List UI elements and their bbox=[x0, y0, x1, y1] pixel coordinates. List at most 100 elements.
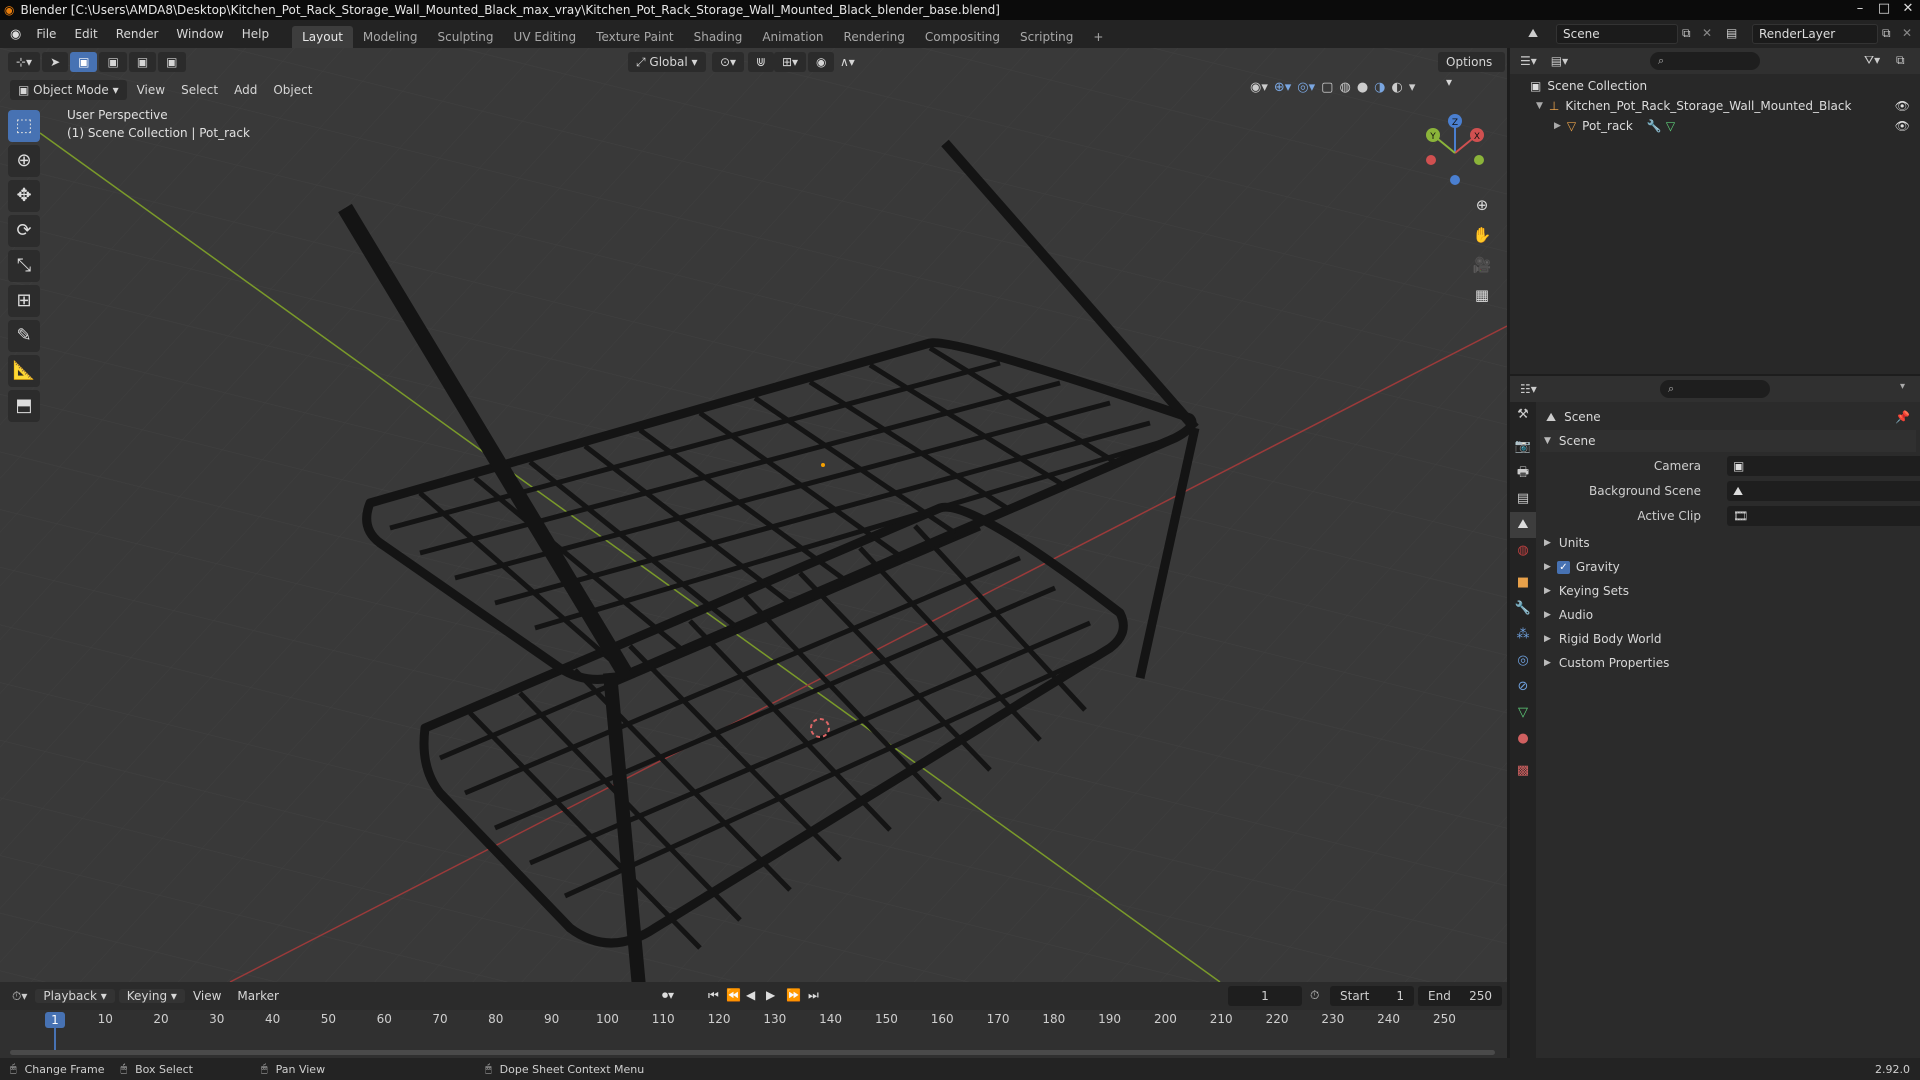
snap-toggle[interactable]: ⋓ bbox=[748, 52, 775, 72]
display-mode-icon[interactable]: ▤▾ bbox=[1551, 54, 1568, 68]
subpanel-units[interactable]: ▶ Units bbox=[1540, 532, 1916, 554]
rotate-tool[interactable]: ⟳ bbox=[8, 215, 40, 247]
xray-toggle-icon[interactable]: ▢ bbox=[1321, 80, 1333, 95]
navigation-gizmo[interactable]: Z X Y bbox=[1415, 113, 1495, 193]
subpanel-custom-properties[interactable]: ▶ Custom Properties bbox=[1540, 652, 1916, 674]
outliner-editor-icon[interactable]: ☰▾ bbox=[1520, 54, 1537, 68]
transform-orientation-dropdown[interactable]: ⤢ Global ▾ bbox=[628, 52, 706, 72]
output-tab[interactable]: 🖶 bbox=[1510, 460, 1536, 486]
expand-arrow-icon[interactable]: ▶ bbox=[1554, 121, 1561, 131]
texture-tab[interactable]: ▩ bbox=[1510, 758, 1536, 784]
new-scene-icon[interactable]: ⧉ bbox=[1682, 26, 1691, 41]
select-mode-button[interactable]: ➤ bbox=[42, 52, 69, 72]
material-shading-icon[interactable]: ◑ bbox=[1374, 80, 1385, 95]
tab-texture-paint[interactable]: Texture Paint bbox=[586, 26, 683, 48]
falloff-dropdown[interactable]: ∧▾ bbox=[832, 52, 863, 72]
viewport-menu-select[interactable]: Select bbox=[173, 83, 226, 97]
tab-layout[interactable]: Layout bbox=[292, 26, 353, 48]
scene-name-field[interactable]: Scene bbox=[1556, 24, 1678, 44]
scale-tool[interactable]: ⤡ bbox=[8, 250, 40, 282]
close-window-button[interactable]: ✕ bbox=[1896, 0, 1920, 20]
constraints-tab[interactable]: ⊘ bbox=[1510, 674, 1536, 700]
tab-rendering[interactable]: Rendering bbox=[834, 26, 915, 48]
tab-scripting[interactable]: Scripting bbox=[1010, 26, 1083, 48]
viewport-menu-view[interactable]: View bbox=[129, 83, 173, 97]
mesh-data-tab[interactable]: ▽ bbox=[1510, 700, 1536, 726]
blender-menu-icon[interactable]: ◉ bbox=[10, 27, 21, 42]
tab-uv-editing[interactable]: UV Editing bbox=[504, 26, 587, 48]
select-box-tool[interactable]: ⬚ bbox=[8, 110, 40, 142]
expand-arrow-icon[interactable]: ▼ bbox=[1536, 101, 1543, 111]
collapse-icon[interactable]: ▾ bbox=[1900, 381, 1905, 392]
scene-panel-header[interactable]: ▼ Scene bbox=[1540, 430, 1916, 452]
playhead[interactable]: 1 bbox=[45, 1012, 65, 1028]
frame-ruler[interactable]: 10 20 30 40 50 60 70 80 90 100 110 120 130 140 150 160 1… bbox=[0, 982, 1507, 1058]
zoom-view-button[interactable]: ⊕ bbox=[1469, 192, 1495, 218]
new-collection-icon[interactable]: ⧉ bbox=[1896, 53, 1905, 68]
gravity-checkbox[interactable]: ✓ bbox=[1556, 560, 1570, 574]
viewport-menu-add[interactable]: Add bbox=[226, 83, 265, 97]
material-tab[interactable]: ● bbox=[1510, 726, 1536, 752]
scene-tab[interactable]: ⛰ bbox=[1510, 512, 1536, 538]
outliner-row-scene-collection[interactable]: ▣ Scene Collection bbox=[1510, 76, 1920, 96]
properties-editor-icon[interactable]: ☷▾ bbox=[1520, 382, 1537, 396]
delete-scene-icon[interactable]: ✕ bbox=[1702, 26, 1712, 40]
tab-modeling[interactable]: Modeling bbox=[353, 26, 428, 48]
editor-type-button[interactable]: ⊹▾ bbox=[8, 52, 41, 72]
physics-tab[interactable]: ◎ bbox=[1510, 648, 1536, 674]
active-clip-field[interactable]: 🎞 bbox=[1727, 506, 1920, 526]
visibility-eye-icon[interactable]: 👁 bbox=[1895, 99, 1910, 113]
ortho-toggle-button[interactable]: ▦ bbox=[1469, 282, 1495, 308]
pan-view-button[interactable]: ✋ bbox=[1469, 222, 1495, 248]
cursor-tool[interactable]: ⊕ bbox=[8, 145, 40, 177]
transform-tool[interactable]: ⊞ bbox=[8, 285, 40, 317]
select-box-mode-new[interactable]: ▣ bbox=[70, 52, 98, 72]
view-layer-icon[interactable]: ▤ bbox=[1726, 26, 1737, 40]
scene-selector-icon[interactable]: ⛰ bbox=[1528, 26, 1538, 41]
pin-icon[interactable]: 📌 bbox=[1895, 410, 1910, 424]
solid-shading-icon[interactable]: ● bbox=[1357, 80, 1368, 95]
move-tool[interactable]: ✥ bbox=[8, 180, 40, 212]
visibility-eye-icon[interactable]: 👁 bbox=[1895, 119, 1910, 133]
add-workspace-button[interactable]: + bbox=[1083, 26, 1113, 48]
wireframe-shading-icon[interactable]: ◍ bbox=[1339, 80, 1350, 95]
subpanel-gravity[interactable]: ▶ ✓ Gravity bbox=[1540, 556, 1916, 578]
minimize-button[interactable]: – bbox=[1848, 0, 1872, 20]
menu-window[interactable]: Window bbox=[167, 20, 232, 48]
background-scene-field[interactable]: ⛰ bbox=[1727, 481, 1920, 501]
menu-file[interactable]: File bbox=[27, 20, 65, 48]
tab-animation[interactable]: Animation bbox=[752, 26, 833, 48]
object-tab[interactable]: ■ bbox=[1510, 570, 1536, 596]
timeline-scrollbar[interactable] bbox=[10, 1050, 1495, 1055]
menu-edit[interactable]: Edit bbox=[65, 20, 106, 48]
3d-viewport[interactable]: ⊹▾ ➤ ▣ ▣ ▣ ▣ ⤢ Global ▾ ⊙▾ ⋓ ⊞▾ ◉ ∧▾ Opt… bbox=[0, 48, 1507, 982]
annotate-tool[interactable]: ✎ bbox=[8, 320, 40, 352]
tab-shading[interactable]: Shading bbox=[684, 26, 753, 48]
options-dropdown[interactable]: Options ▾ bbox=[1438, 52, 1505, 89]
render-layer-field[interactable]: RenderLayer bbox=[1752, 24, 1878, 44]
tab-compositing[interactable]: Compositing bbox=[915, 26, 1010, 48]
menu-help[interactable]: Help bbox=[233, 20, 278, 48]
camera-field[interactable]: ▣✎ bbox=[1727, 456, 1920, 476]
pivot-point-dropdown[interactable]: ⊙▾ bbox=[712, 52, 745, 72]
outliner-search-input[interactable]: ⌕ bbox=[1650, 52, 1760, 70]
filter-icon[interactable]: ⛛▾ bbox=[1864, 53, 1880, 68]
visibility-filter-icon[interactable]: ◉▾ bbox=[1250, 80, 1268, 95]
new-view-layer-icon[interactable]: ⧉ bbox=[1882, 26, 1891, 41]
outliner-row-pot-rack[interactable]: ▶ ▽ Pot_rack 🔧 ▽ 👁 bbox=[1510, 116, 1920, 136]
subpanel-keying-sets[interactable]: ▶ Keying Sets bbox=[1540, 580, 1916, 602]
world-tab[interactable]: ◍ bbox=[1510, 538, 1536, 564]
select-box-mode-extend[interactable]: ▣ bbox=[99, 52, 127, 72]
menu-render[interactable]: Render bbox=[107, 20, 168, 48]
tool-tab[interactable]: ⚒ bbox=[1510, 402, 1536, 428]
subpanel-audio[interactable]: ▶ Audio bbox=[1540, 604, 1916, 626]
viewport-menu-object[interactable]: Object bbox=[265, 83, 320, 97]
proportional-edit-toggle[interactable]: ◉ bbox=[808, 52, 835, 72]
view-layer-tab[interactable]: ▤ bbox=[1510, 486, 1536, 512]
properties-search-input[interactable]: ⌕ bbox=[1660, 380, 1770, 398]
select-box-mode-subtract[interactable]: ▣ bbox=[128, 52, 157, 72]
rendered-shading-icon[interactable]: ◐ bbox=[1392, 80, 1403, 95]
maximize-button[interactable]: □ bbox=[1872, 0, 1896, 20]
select-box-mode-invert[interactable]: ▣ bbox=[158, 52, 186, 72]
render-tab[interactable]: 📷 bbox=[1510, 434, 1536, 460]
